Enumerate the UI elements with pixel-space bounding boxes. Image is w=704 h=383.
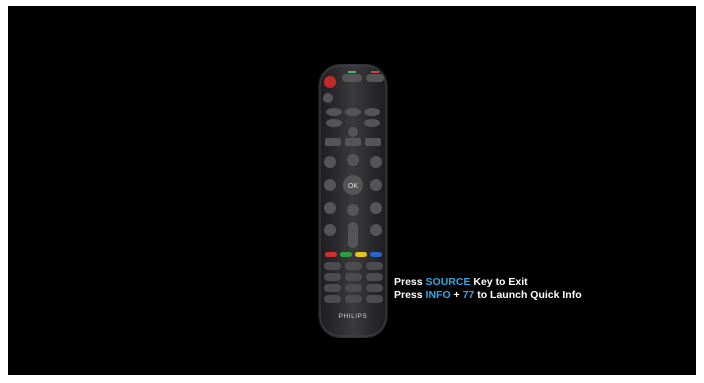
remote-control-image: OK PHILIPS: [318, 64, 388, 338]
down-button: [347, 204, 359, 216]
blue-key: [370, 252, 382, 257]
mute-button: [324, 224, 336, 236]
line2-prefix: Press: [394, 288, 426, 301]
up-button: [347, 154, 359, 166]
adjust-button: [370, 202, 382, 214]
home-button: [348, 127, 358, 137]
power-button: [324, 76, 336, 88]
format-button: [365, 138, 381, 146]
instruction-line-info: Press INFO + 77 to Launch Quick Info: [394, 289, 582, 302]
line1-suffix: Key to Exit: [470, 276, 528, 288]
green-key: [340, 252, 352, 257]
line1-prefix: Press: [394, 276, 426, 288]
back-button: [324, 202, 336, 214]
left-button: [324, 179, 336, 191]
info-button: [324, 156, 336, 168]
display-screen: OK PHILIPS Press SOURCE Key to Exit Pres…: [8, 6, 696, 375]
mixer-button: [370, 224, 382, 236]
list-button: [345, 138, 361, 146]
options-button: [370, 156, 382, 168]
id-button: [366, 74, 384, 82]
red-key: [325, 252, 337, 257]
line2-suffix: to Launch Quick Info: [474, 288, 582, 301]
source-button: [325, 138, 341, 146]
source-key-label: SOURCE: [425, 276, 471, 288]
right-button: [370, 179, 382, 191]
line2-middle: +: [450, 288, 463, 301]
info-key-label: INFO: [425, 288, 451, 301]
brand-logo: PHILIPS: [339, 313, 368, 320]
number-key-label: 77: [462, 288, 475, 301]
stop-button: [326, 119, 342, 127]
fast-forward-button: [364, 108, 380, 116]
instruction-line-source: Press SOURCE Key to Exit: [394, 276, 582, 289]
rewind-button: [326, 108, 342, 116]
standby-button: [323, 93, 333, 103]
pause-button: [364, 119, 380, 127]
ok-label: OK: [348, 183, 358, 190]
play-button: [345, 108, 361, 116]
yellow-key: [355, 252, 367, 257]
exit-instructions: Press SOURCE Key to Exit Press INFO + 77…: [394, 276, 582, 301]
volume-rocker: [348, 222, 358, 248]
normal-button: [342, 74, 362, 82]
